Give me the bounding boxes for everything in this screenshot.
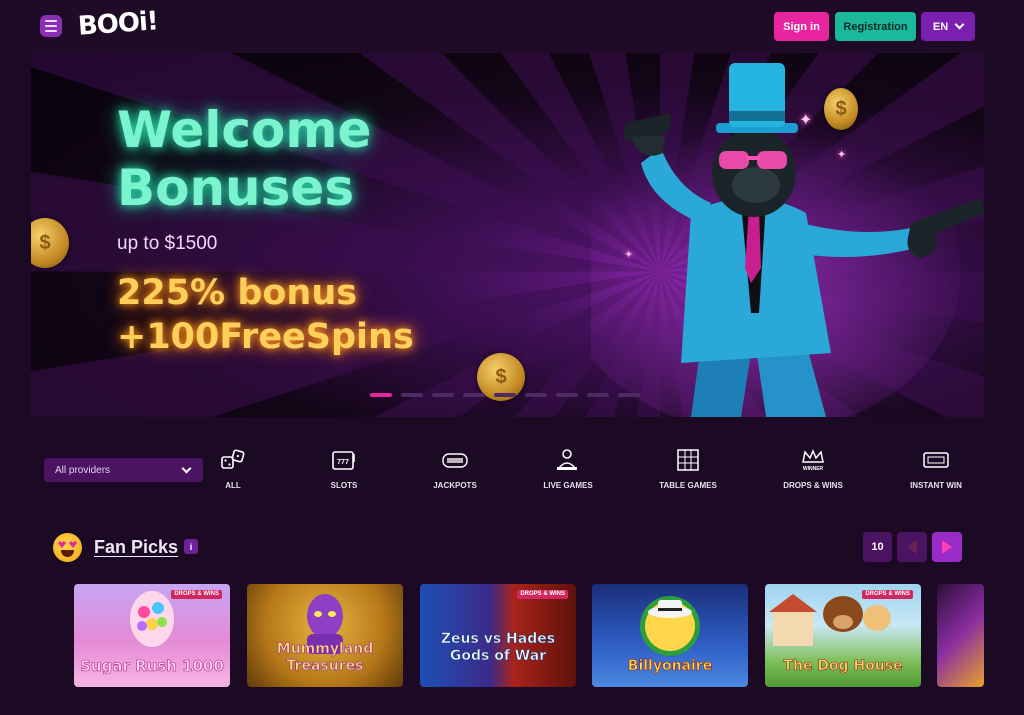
game-card[interactable]: DROPS & WINS The Dog House xyxy=(765,584,921,687)
section-title[interactable]: Fan Picks xyxy=(94,537,178,558)
carousel-dot[interactable] xyxy=(556,393,578,397)
game-card[interactable]: DROPS & WINS Zeus vs Hades Gods of War xyxy=(420,584,576,687)
category-live-games[interactable]: LIVE GAMES xyxy=(543,448,593,493)
ticket-icon xyxy=(923,448,949,472)
arrow-left-icon xyxy=(907,540,917,554)
sign-in-button[interactable]: Sign in xyxy=(774,12,829,41)
carousel-dot[interactable] xyxy=(525,393,547,397)
jackpot-icon xyxy=(442,448,468,472)
registration-button[interactable]: Registration xyxy=(835,12,916,41)
banner-bonus-line2: +100FreeSpins xyxy=(117,317,414,357)
game-title: Billyonaire xyxy=(627,658,713,675)
category-label: LIVE GAMES xyxy=(543,481,593,490)
category-drops-wins[interactable]: WINNER DROPS & WINS xyxy=(783,448,843,493)
language-selector[interactable]: EN xyxy=(921,12,975,41)
carousel-dot[interactable] xyxy=(494,393,516,397)
carousel-pagination xyxy=(370,393,640,397)
category-slots[interactable]: 777 SLOTS xyxy=(329,448,359,493)
next-button[interactable] xyxy=(932,532,962,562)
game-title: Zeus vs Hades Gods of War xyxy=(440,631,556,665)
category-label: ALL xyxy=(225,481,241,490)
category-table-games[interactable]: TABLE GAMES xyxy=(659,448,717,493)
game-card[interactable]: Billyonaire xyxy=(592,584,748,687)
arrow-right-icon xyxy=(942,540,952,554)
site-logo[interactable]: BOOi! xyxy=(77,6,159,41)
category-label: INSTANT WIN xyxy=(910,481,962,490)
carousel-dot[interactable] xyxy=(370,393,392,397)
prev-button[interactable] xyxy=(897,532,927,562)
providers-dropdown[interactable]: All providers xyxy=(44,458,203,482)
drops-wins-tag: DROPS & WINS xyxy=(862,590,913,599)
game-card[interactable]: DROPS & WINS Sugar Rush 1000 xyxy=(74,584,230,687)
drops-wins-tag: DROPS & WINS xyxy=(517,590,568,599)
carousel-dot[interactable] xyxy=(587,393,609,397)
gorilla-mascot-image xyxy=(591,63,984,417)
category-jackpots[interactable]: JACKPOTS xyxy=(433,448,477,493)
game-title: Sugar Rush 1000 xyxy=(80,657,224,675)
chevron-down-icon xyxy=(181,463,192,474)
hero-banner[interactable]: ✦ ✦ ✦ Welco xyxy=(31,53,984,417)
language-label: EN xyxy=(932,20,949,33)
table-grid-icon xyxy=(675,448,701,472)
banner-bonus: 225% bonus +100FreeSpins xyxy=(117,271,517,359)
carousel-dot[interactable] xyxy=(618,393,640,397)
menu-icon[interactable] xyxy=(40,15,62,37)
category-label: SLOTS xyxy=(330,481,358,490)
category-instant-win[interactable]: INSTANT WIN xyxy=(910,448,962,493)
star-eyes-emoji-icon xyxy=(53,533,82,562)
banner-headline: Welcome Bonuses xyxy=(117,101,372,217)
game-card[interactable]: Mummyland Treasures xyxy=(247,584,403,687)
game-title: Mummyland Treasures xyxy=(276,641,374,675)
chevron-down-icon xyxy=(954,19,965,30)
category-label: TABLE GAMES xyxy=(659,481,717,490)
info-icon[interactable]: i xyxy=(184,539,198,554)
slot-machine-icon: 777 xyxy=(331,448,357,472)
game-count-badge: 10 xyxy=(863,532,892,562)
svg-text:777: 777 xyxy=(337,459,349,466)
category-label: DROPS & WINS xyxy=(783,481,843,490)
game-card-partial[interactable] xyxy=(937,584,984,687)
live-dealer-icon xyxy=(555,448,581,472)
svg-text:WINNER: WINNER xyxy=(803,466,824,472)
providers-label: All providers xyxy=(55,464,111,476)
top-header: BOOi! Sign in Registration EN xyxy=(0,0,1024,53)
carousel-dot[interactable] xyxy=(463,393,485,397)
coin-icon xyxy=(31,218,69,268)
crown-winner-icon: WINNER xyxy=(800,448,826,472)
game-title: The Dog House xyxy=(783,658,903,675)
dice-icon xyxy=(220,448,246,472)
category-all[interactable]: ALL xyxy=(219,448,247,493)
banner-bonus-line1: 225% bonus xyxy=(117,273,358,313)
category-label: JACKPOTS xyxy=(433,481,477,490)
banner-upto: up to $1500 xyxy=(117,233,218,254)
carousel-dot[interactable] xyxy=(401,393,423,397)
drops-wins-tag: DROPS & WINS xyxy=(171,590,222,599)
carousel-dot[interactable] xyxy=(432,393,454,397)
